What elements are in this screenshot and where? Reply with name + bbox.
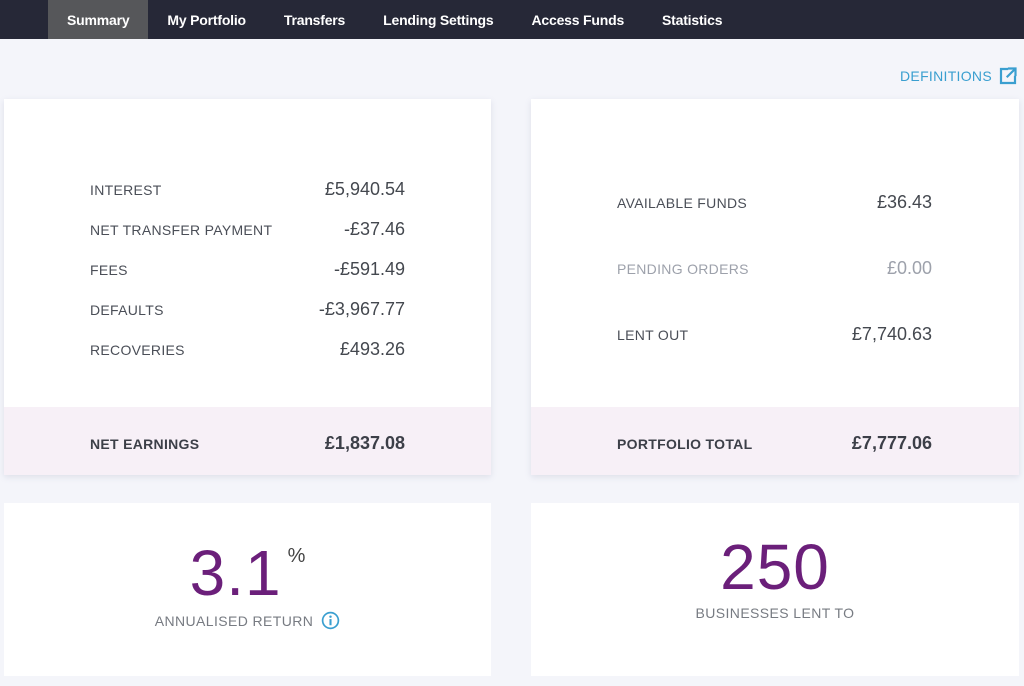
annualised-return-value: 3.1 — [189, 537, 282, 609]
businesses-label-row: BUSINESSES LENT TO — [531, 605, 1019, 621]
earnings-row-fees: FEES -£591.49 — [90, 259, 405, 280]
row-value: £493.26 — [339, 339, 405, 359]
external-link-icon — [999, 67, 1017, 85]
row-value: -£3,967.77 — [318, 299, 405, 319]
row-label: NET TRANSFER PAYMENT — [90, 222, 273, 238]
row-value: -£37.46 — [343, 219, 405, 239]
row-value: £5,940.54 — [324, 179, 405, 199]
businesses-stat: 250 — [531, 535, 1019, 599]
portfolio-total-label: PORTFOLIO TOTAL — [617, 436, 753, 452]
info-icon[interactable] — [321, 611, 340, 630]
portfolio-total-value: £7,777.06 — [851, 433, 932, 453]
row-label: FEES — [90, 262, 128, 278]
portfolio-row-lent-out: LENT OUT £7,740.63 — [617, 324, 932, 345]
net-earnings-footer: NET EARNINGS £1,837.08 — [4, 407, 491, 475]
top-navigation: Summary My Portfolio Transfers Lending S… — [0, 0, 1024, 39]
definitions-label: DEFINITIONS — [900, 68, 992, 84]
portfolio-total-row: PORTFOLIO TOTAL £7,777.06 — [617, 433, 932, 454]
businesses-card: 250 BUSINESSES LENT TO — [531, 503, 1019, 676]
tab-my-portfolio[interactable]: My Portfolio — [148, 0, 264, 39]
annualised-return-stat: 3.1% — [4, 541, 491, 605]
row-value: £7,740.63 — [851, 324, 932, 344]
earnings-card: INTEREST £5,940.54 NET TRANSFER PAYMENT … — [4, 99, 491, 475]
definitions-link[interactable]: DEFINITIONS — [900, 66, 1018, 86]
businesses-label: BUSINESSES LENT TO — [695, 605, 855, 621]
portfolio-total-footer: PORTFOLIO TOTAL £7,777.06 — [531, 407, 1019, 475]
tab-statistics[interactable]: Statistics — [643, 0, 741, 39]
portfolio-row-pending-orders: PENDING ORDERS £0.00 — [617, 258, 932, 279]
percent-sign: % — [287, 545, 306, 567]
portfolio-row-available-funds: AVAILABLE FUNDS £36.43 — [617, 192, 932, 213]
tab-access-funds[interactable]: Access Funds — [513, 0, 644, 39]
tab-transfers[interactable]: Transfers — [265, 0, 364, 39]
net-earnings-row: NET EARNINGS £1,837.08 — [90, 433, 405, 454]
row-label: RECOVERIES — [90, 342, 185, 358]
row-label: LENT OUT — [617, 327, 689, 343]
row-label: DEFAULTS — [90, 302, 164, 318]
businesses-value: 250 — [720, 531, 830, 603]
net-earnings-label: NET EARNINGS — [90, 436, 200, 452]
annualised-return-label: ANNUALISED RETURN — [154, 612, 314, 629]
row-value: £0.00 — [886, 258, 932, 278]
row-value: -£591.49 — [333, 259, 405, 279]
row-label: INTEREST — [90, 182, 162, 198]
earnings-row-net-transfer: NET TRANSFER PAYMENT -£37.46 — [90, 219, 405, 240]
earnings-row-defaults: DEFAULTS -£3,967.77 — [90, 299, 405, 320]
row-label: AVAILABLE FUNDS — [617, 195, 748, 211]
portfolio-card: AVAILABLE FUNDS £36.43 PENDING ORDERS £0… — [531, 99, 1019, 475]
tab-summary[interactable]: Summary — [48, 0, 149, 39]
row-value: £36.43 — [876, 192, 932, 212]
annualised-return-label-row: ANNUALISED RETURN — [4, 611, 491, 630]
net-earnings-value: £1,837.08 — [324, 433, 405, 453]
row-label: PENDING ORDERS — [617, 261, 749, 277]
earnings-row-interest: INTEREST £5,940.54 — [90, 179, 405, 200]
earnings-row-recoveries: RECOVERIES £493.26 — [90, 339, 405, 360]
tab-lending-settings[interactable]: Lending Settings — [364, 0, 512, 39]
annualised-return-card: 3.1% ANNUALISED RETURN — [4, 503, 491, 676]
